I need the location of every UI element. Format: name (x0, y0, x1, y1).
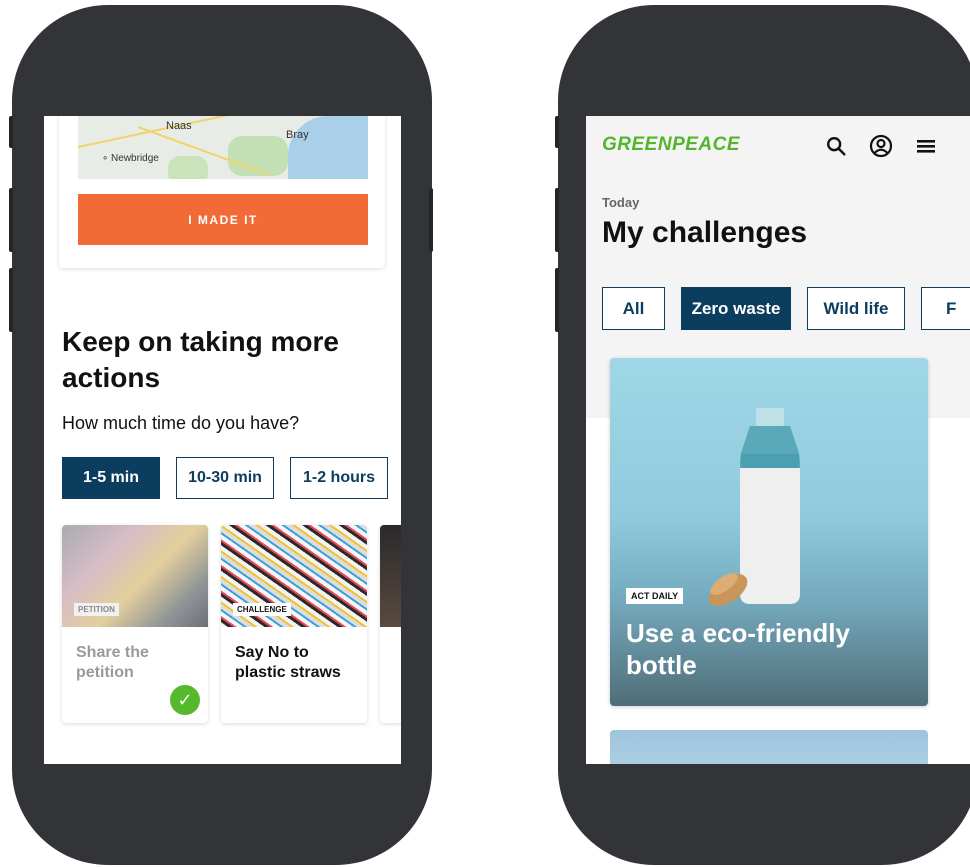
card-title: Share the petition (76, 644, 149, 681)
i-made-it-button[interactable]: I MADE IT (78, 194, 368, 245)
check-icon: ✓ (170, 685, 200, 715)
map-label-newbridge: ∘ Newbridge (102, 153, 159, 164)
map-label-bray: Bray (286, 129, 309, 141)
card-image (380, 525, 401, 627)
filter-chip-partial[interactable]: F (921, 287, 970, 330)
filter-chip-zero-waste[interactable]: Zero waste (681, 287, 791, 330)
card-title: Use a eco-friendly bottle (626, 618, 850, 680)
account-icon[interactable] (869, 134, 893, 158)
menu-icon[interactable] (914, 134, 938, 158)
phone-power-button (429, 188, 433, 252)
screen-left: Naas Bray ∘ Newbridge I MADE IT Keep on … (44, 116, 401, 764)
time-option-10-30-min[interactable]: 10-30 min (176, 457, 274, 499)
map-view[interactable]: Naas Bray ∘ Newbridge (78, 116, 368, 179)
challenge-card-bottle[interactable]: ACT DAILY Use a eco-friendly bottle (610, 358, 928, 706)
filter-chip-wild-life[interactable]: Wild life (807, 287, 905, 330)
card-tag: ACT DAILY (626, 588, 684, 604)
card-title: Say No to plastic straws (235, 644, 341, 681)
greenpeace-logo[interactable]: GREENPEACE (602, 134, 740, 156)
challenge-card-next[interactable] (610, 730, 928, 764)
phone-side-button (555, 116, 559, 148)
map-road (78, 116, 245, 148)
screen-right: GREENPEACE Today My challenges All Zero … (586, 116, 970, 764)
time-question: How much time do you have? (62, 413, 300, 433)
section-title: Keep on taking more actions (62, 326, 339, 393)
card-tag: CHALLENGE (233, 603, 291, 616)
time-option-1-2-hours[interactable]: 1-2 hours (290, 457, 388, 499)
filter-chip-all[interactable]: All (602, 287, 665, 330)
phone-volume-down-button (9, 268, 13, 332)
date-label: Today (602, 195, 640, 210)
page-title: My challenges (602, 216, 808, 249)
phone-volume-down-button (555, 268, 559, 332)
action-card-straws[interactable]: CHALLENGE Say No to plastic straws (221, 525, 367, 723)
card-tag: PETITION (74, 603, 119, 616)
phone-volume-up-button (9, 188, 13, 252)
action-card-third[interactable] (380, 525, 401, 723)
mockup-stage: Naas Bray ∘ Newbridge I MADE IT Keep on … (0, 0, 970, 867)
phone-volume-up-button (555, 188, 559, 252)
map-water-area (288, 116, 368, 179)
map-label-naas: Naas (166, 120, 192, 132)
action-card-petition[interactable]: PETITION Share the petition ✓ (62, 525, 208, 723)
search-icon[interactable] (824, 134, 848, 158)
time-option-1-5-min[interactable]: 1-5 min (62, 457, 160, 499)
map-park-area (168, 156, 208, 179)
phone-side-button (9, 116, 13, 148)
